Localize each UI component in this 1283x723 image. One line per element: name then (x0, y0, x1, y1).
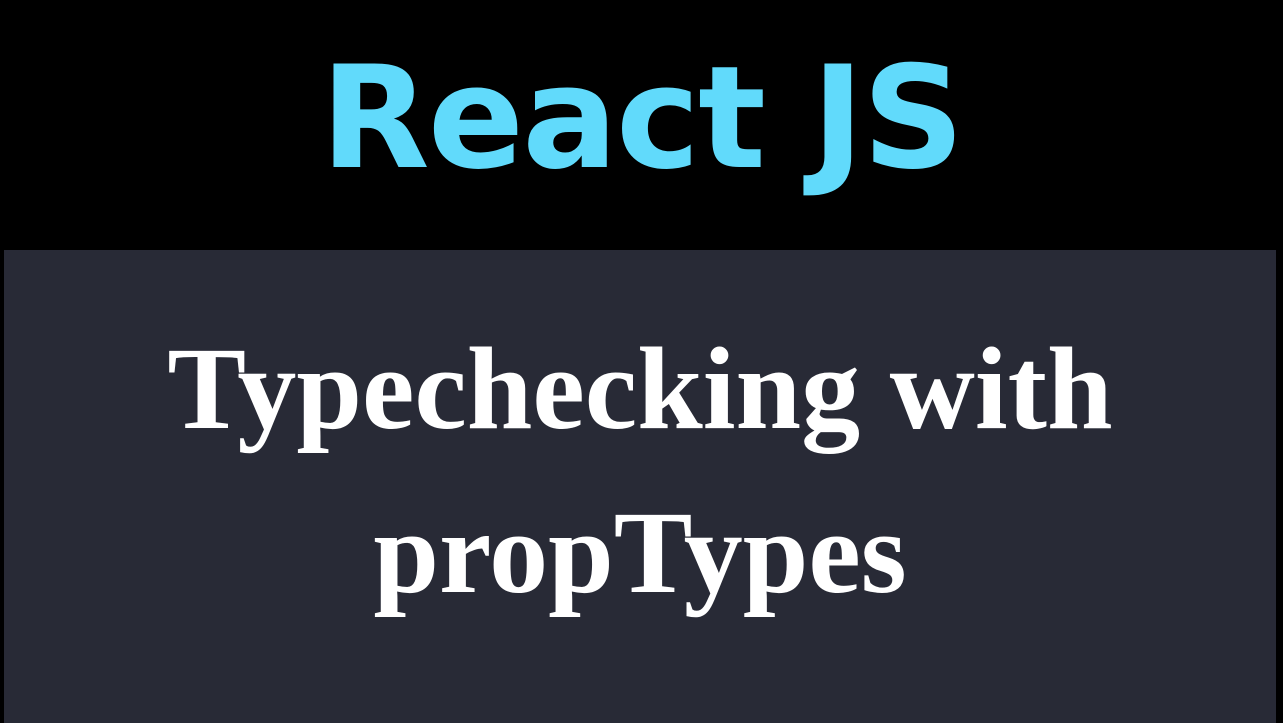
brand-title: React JS (320, 36, 964, 201)
subtitle-line-2: propTypes (373, 487, 907, 618)
thumbnail-canvas: React JS Typechecking with propTypes (0, 0, 1283, 723)
subtitle-line-1: Typechecking with (167, 323, 1113, 454)
subtitle-panel: Typechecking with propTypes (4, 250, 1276, 723)
title-band: React JS (0, 0, 1283, 250)
